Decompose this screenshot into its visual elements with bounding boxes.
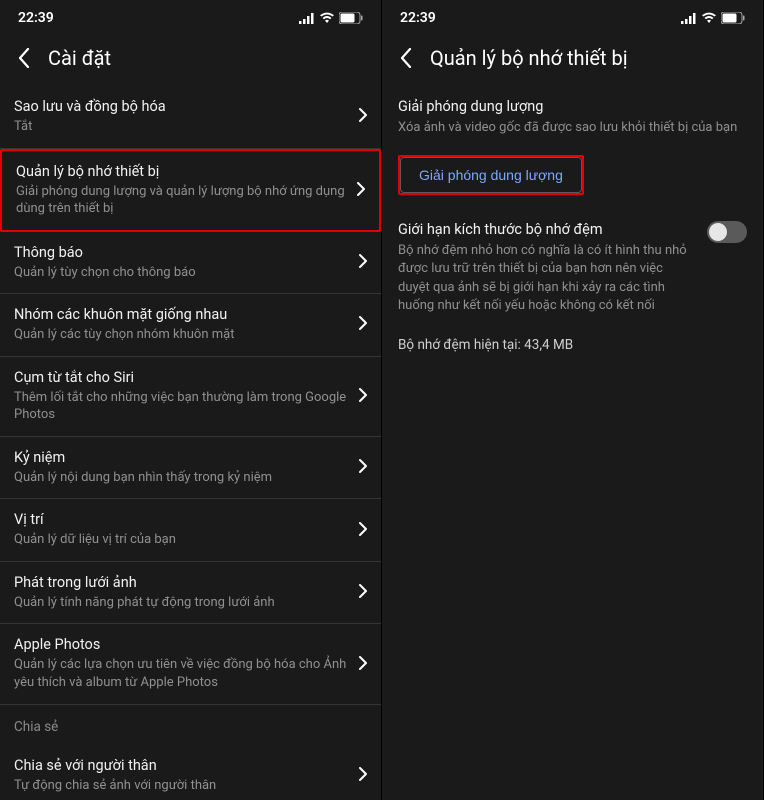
battery-icon <box>721 12 745 24</box>
item-sub: Tự động chia sẻ ảnh với người thân <box>14 777 347 795</box>
wifi-icon <box>319 12 335 24</box>
chevron-right-icon <box>359 521 367 540</box>
status-icons <box>681 12 745 24</box>
back-button[interactable] <box>396 48 416 68</box>
item-sub: Tắt <box>14 118 347 136</box>
page-title: Cài đặt <box>48 46 111 70</box>
chevron-right-icon <box>359 458 367 477</box>
chevron-right-icon <box>359 766 367 785</box>
current-cache-size: Bộ nhớ đệm hiện tại: 43,4 MB <box>382 327 763 363</box>
chevron-right-icon <box>359 387 367 406</box>
item-title: Apple Photos <box>14 636 347 653</box>
item-sub: Quản lý tính năng phát tự động trong lướ… <box>14 594 347 612</box>
item-sub: Quản lý các tùy chọn nhóm khuôn mặt <box>14 326 347 344</box>
settings-list: Sao lưu và đồng bộ hóa Tắt Quản lý bộ nh… <box>0 86 381 800</box>
section-share: Chia sẻ <box>0 705 381 745</box>
item-sub: Quản lý các lựa chọn ưu tiên về việc đồn… <box>14 656 347 691</box>
chevron-right-icon <box>357 181 365 200</box>
page-title: Quản lý bộ nhớ thiết bị <box>430 46 628 70</box>
item-memories[interactable]: Kỷ niệm Quản lý nội dung bạn nhìn thấy t… <box>0 437 381 500</box>
item-title: Vị trí <box>14 511 347 528</box>
block-sub: Xóa ảnh và video gốc đã được sao lưu khỏ… <box>398 119 747 137</box>
highlight-box: Giải phóng dung lượng <box>398 155 584 195</box>
free-up-button-wrap: Giải phóng dung lượng <box>382 149 763 209</box>
item-title: Nhóm các khuôn mặt giống nhau <box>14 306 347 323</box>
item-sub: Giải phóng dung lượng và quản lý lượng b… <box>16 183 345 218</box>
manage-storage-screen: 22:39 Quản lý bộ nhớ thiết bị Giải phóng… <box>382 0 764 800</box>
item-grid-playback[interactable]: Phát trong lưới ảnh Quản lý tính năng ph… <box>0 562 381 625</box>
item-siri-shortcuts[interactable]: Cụm từ tắt cho Siri Thêm lối tắt cho nhữ… <box>0 357 381 437</box>
item-title: Cụm từ tắt cho Siri <box>14 369 347 386</box>
item-manage-storage[interactable]: Quản lý bộ nhớ thiết bị Giải phóng dung … <box>0 149 381 232</box>
item-sub: Thêm lối tắt cho những việc bạn thường l… <box>14 389 347 424</box>
item-apple-photos[interactable]: Apple Photos Quản lý các lựa chọn ưu tiê… <box>0 624 381 704</box>
header: Cài đặt <box>0 36 381 86</box>
chevron-left-icon <box>400 48 412 68</box>
item-face-groups[interactable]: Nhóm các khuôn mặt giống nhau Quản lý cá… <box>0 294 381 357</box>
chevron-right-icon <box>359 315 367 334</box>
item-notifications[interactable]: Thông báo Quản lý tùy chọn cho thông báo <box>0 232 381 295</box>
item-title: Quản lý bộ nhớ thiết bị <box>16 163 345 180</box>
chevron-right-icon <box>359 583 367 602</box>
item-title: Sao lưu và đồng bộ hóa <box>14 98 347 115</box>
block-title: Giới hạn kích thước bộ nhớ đệm <box>398 221 693 238</box>
chevron-right-icon <box>359 655 367 674</box>
item-title: Phát trong lưới ảnh <box>14 574 347 591</box>
chevron-right-icon <box>359 253 367 272</box>
signal-icon <box>299 13 315 24</box>
block-title: Giải phóng dung lượng <box>398 98 747 115</box>
item-backup-sync[interactable]: Sao lưu và đồng bộ hóa Tắt <box>0 86 381 149</box>
item-share-partner[interactable]: Chia sẻ với người thân Tự động chia sẻ ả… <box>0 745 381 800</box>
item-sub: Quản lý dữ liệu vị trí của bạn <box>14 531 347 549</box>
status-bar: 22:39 <box>0 0 381 36</box>
item-title: Thông báo <box>14 244 347 261</box>
status-icons <box>299 12 363 24</box>
limit-cache-row: Giới hạn kích thước bộ nhớ đệm Bộ nhớ đệ… <box>382 209 763 327</box>
block-sub: Bộ nhớ đệm nhỏ hơn có nghĩa là có ít hìn… <box>398 242 693 315</box>
status-time: 22:39 <box>18 10 54 26</box>
signal-icon <box>681 13 697 24</box>
back-button[interactable] <box>14 48 34 68</box>
free-up-space-block: Giải phóng dung lượng Xóa ảnh và video g… <box>382 86 763 149</box>
item-title: Kỷ niệm <box>14 449 347 466</box>
chevron-right-icon <box>359 107 367 126</box>
status-bar: 22:39 <box>382 0 763 36</box>
item-location[interactable]: Vị trí Quản lý dữ liệu vị trí của bạn <box>0 499 381 562</box>
battery-icon <box>339 12 363 24</box>
header: Quản lý bộ nhớ thiết bị <box>382 36 763 86</box>
toggle-limit-cache[interactable] <box>707 221 747 243</box>
item-title: Chia sẻ với người thân <box>14 757 347 774</box>
item-sub: Quản lý nội dung bạn nhìn thấy trong kỷ … <box>14 469 347 487</box>
free-up-space-button[interactable]: Giải phóng dung lượng <box>400 157 582 193</box>
settings-screen: 22:39 Cài đặt Sao lưu và đồng bộ hóa Tắt <box>0 0 382 800</box>
item-sub: Quản lý tùy chọn cho thông báo <box>14 264 347 282</box>
chevron-left-icon <box>18 48 30 68</box>
status-time: 22:39 <box>400 10 436 26</box>
wifi-icon <box>701 12 717 24</box>
